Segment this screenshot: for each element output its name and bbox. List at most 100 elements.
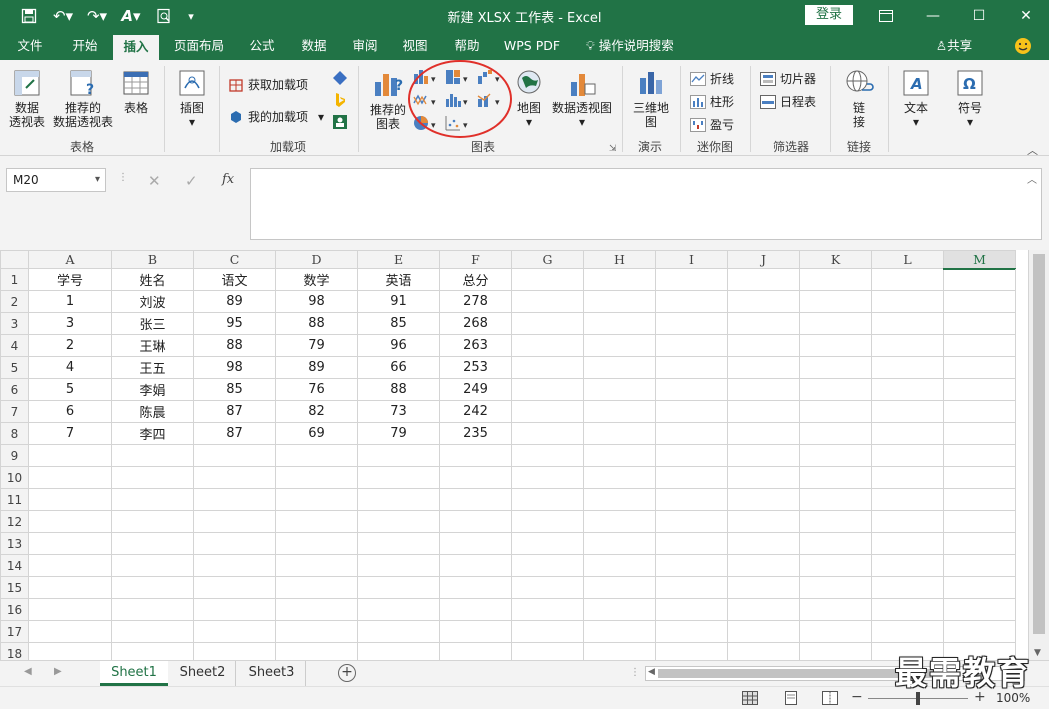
cell[interactable] xyxy=(727,268,800,291)
cell[interactable]: 96 xyxy=(357,334,440,357)
cell[interactable] xyxy=(655,466,728,489)
scroll-thumb[interactable] xyxy=(1033,254,1045,634)
cell-table[interactable]: ABCDEFGHIJKLM 1 学号 姓名 语文 数学 英语 总分 2 1 刘波 89 98 91 278… xyxy=(0,250,1016,660)
tell-me-search[interactable]: 💡︎ 操作说明搜索 xyxy=(582,32,692,60)
cell[interactable] xyxy=(943,532,1016,555)
cell[interactable] xyxy=(799,510,872,533)
cell[interactable] xyxy=(583,268,656,291)
cell[interactable] xyxy=(511,444,584,467)
cell[interactable] xyxy=(871,488,944,511)
sparkline-line-button[interactable]: 折线 xyxy=(690,70,734,87)
column-header-a[interactable]: A xyxy=(28,250,112,269)
close-icon[interactable]: ✕ xyxy=(1003,0,1049,32)
cell[interactable] xyxy=(583,378,656,401)
cell[interactable]: 98 xyxy=(193,356,276,379)
cell[interactable] xyxy=(655,378,728,401)
tab-review[interactable]: 审阅 xyxy=(343,32,387,60)
cell[interactable] xyxy=(583,510,656,533)
cell[interactable]: 总分 xyxy=(439,268,512,291)
normal-view-icon[interactable] xyxy=(742,691,758,708)
cell[interactable] xyxy=(357,620,440,643)
cell[interactable] xyxy=(655,554,728,577)
cell[interactable] xyxy=(275,576,358,599)
maps-button[interactable]: 地图 ▾ xyxy=(510,68,548,134)
page-layout-view-icon[interactable] xyxy=(783,691,799,708)
tab-data[interactable]: 数据 xyxy=(292,32,336,60)
cell[interactable] xyxy=(357,576,440,599)
cell[interactable] xyxy=(655,290,728,313)
cell[interactable] xyxy=(111,532,194,555)
cell[interactable] xyxy=(357,642,440,660)
cell[interactable]: 4 xyxy=(28,356,112,379)
cell[interactable] xyxy=(943,290,1016,313)
cell[interactable]: 263 xyxy=(439,334,512,357)
row-header[interactable]: 1 xyxy=(0,268,29,291)
cell[interactable] xyxy=(799,312,872,335)
cell[interactable] xyxy=(583,312,656,335)
cell[interactable] xyxy=(871,598,944,621)
save-icon[interactable] xyxy=(18,5,40,27)
cell[interactable] xyxy=(511,620,584,643)
cell[interactable] xyxy=(111,642,194,660)
cell[interactable] xyxy=(727,444,800,467)
cell[interactable] xyxy=(511,598,584,621)
cell[interactable] xyxy=(511,510,584,533)
login-button[interactable]: 登录 xyxy=(805,5,853,25)
cell[interactable] xyxy=(511,268,584,291)
cell[interactable] xyxy=(439,532,512,555)
cell[interactable] xyxy=(871,312,944,335)
column-header-c[interactable]: C xyxy=(193,250,276,269)
get-addins-button[interactable]: 获取加载项 xyxy=(228,76,308,93)
cell[interactable] xyxy=(275,466,358,489)
row-header[interactable]: 6 xyxy=(0,378,29,401)
cell[interactable] xyxy=(655,642,728,660)
page-break-view-icon[interactable] xyxy=(822,691,838,708)
cell[interactable] xyxy=(511,356,584,379)
row-header[interactable]: 18 xyxy=(0,642,29,660)
cell[interactable]: 242 xyxy=(439,400,512,423)
cell[interactable]: 88 xyxy=(275,312,358,335)
cell[interactable] xyxy=(111,620,194,643)
cell[interactable] xyxy=(943,400,1016,423)
scroll-left-icon[interactable]: ◀ xyxy=(646,667,655,677)
cell[interactable] xyxy=(357,510,440,533)
cell[interactable] xyxy=(871,532,944,555)
cell[interactable] xyxy=(943,312,1016,335)
cell[interactable] xyxy=(28,466,112,489)
cell[interactable] xyxy=(727,334,800,357)
cell[interactable]: 268 xyxy=(439,312,512,335)
pivot-table-button[interactable]: 数据 透视表 xyxy=(4,68,50,134)
scroll-down-icon[interactable]: ▼ xyxy=(1034,648,1041,658)
cell[interactable]: 85 xyxy=(193,378,276,401)
cell[interactable] xyxy=(439,444,512,467)
cell[interactable]: 89 xyxy=(275,356,358,379)
visio-icon[interactable] xyxy=(332,70,348,89)
recommended-pivot-button[interactable]: ? 推荐的 数据透视表 xyxy=(52,68,114,134)
cell[interactable]: 3 xyxy=(28,312,112,335)
select-all-corner[interactable] xyxy=(0,250,29,269)
tab-file[interactable]: 文件 xyxy=(8,32,52,60)
cell[interactable] xyxy=(655,422,728,445)
cell[interactable] xyxy=(357,598,440,621)
cell[interactable] xyxy=(28,532,112,555)
cell[interactable] xyxy=(28,554,112,577)
cell[interactable] xyxy=(943,554,1016,577)
cell[interactable] xyxy=(28,510,112,533)
cell[interactable]: 73 xyxy=(357,400,440,423)
cell[interactable] xyxy=(727,466,800,489)
people-graph-icon[interactable] xyxy=(332,114,348,133)
cell[interactable] xyxy=(871,510,944,533)
column-header-k[interactable]: K xyxy=(799,250,872,269)
cell[interactable] xyxy=(511,532,584,555)
tab-insert[interactable]: 插入 xyxy=(113,35,159,60)
cell[interactable] xyxy=(511,576,584,599)
cell[interactable] xyxy=(943,488,1016,511)
cell[interactable] xyxy=(799,598,872,621)
cell[interactable] xyxy=(275,620,358,643)
cell[interactable] xyxy=(727,290,800,313)
cell[interactable]: 82 xyxy=(275,400,358,423)
cell[interactable] xyxy=(871,444,944,467)
cell[interactable] xyxy=(583,466,656,489)
charts-dialog-launcher-icon[interactable]: ⇲ xyxy=(609,144,617,154)
cell[interactable] xyxy=(727,312,800,335)
